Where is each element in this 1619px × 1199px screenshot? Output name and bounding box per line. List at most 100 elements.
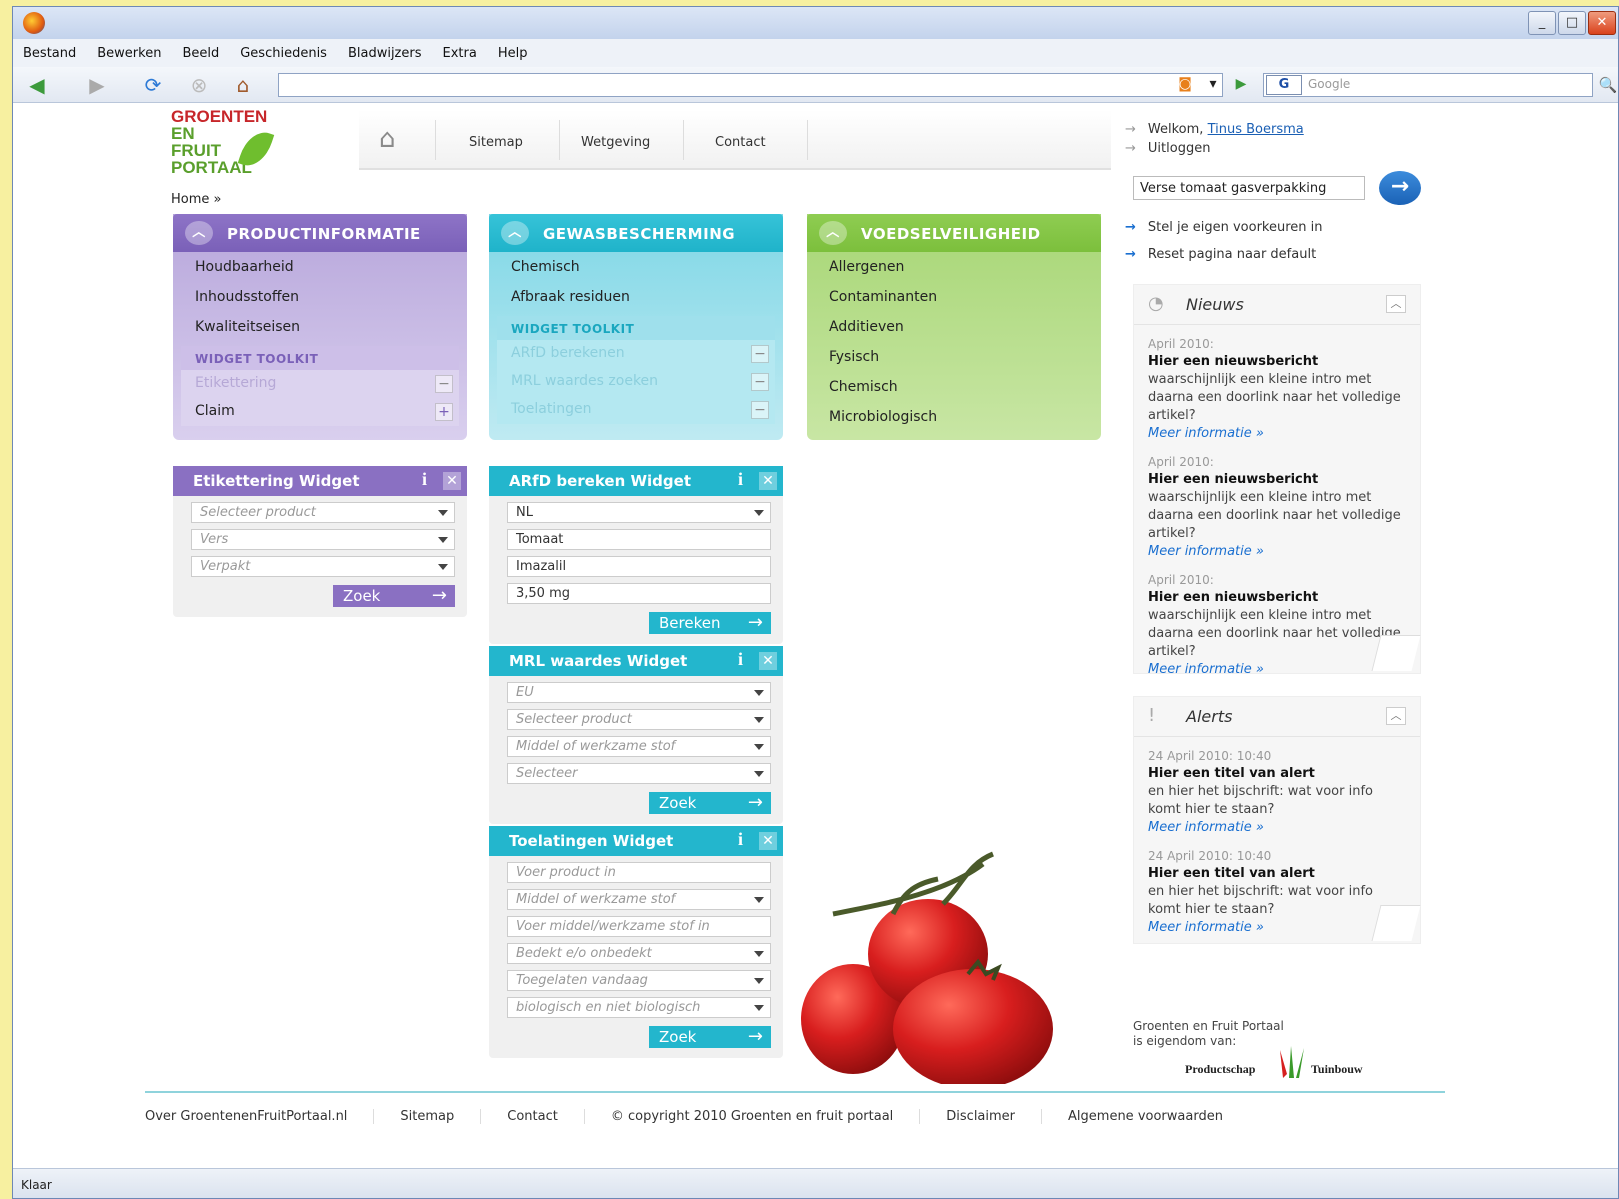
menu-bestand[interactable]: Bestand <box>23 46 76 61</box>
menu-help[interactable]: Help <box>498 46 528 61</box>
more-info-link[interactable]: Meer informatie » <box>1148 425 1406 443</box>
item-kwaliteitseisen[interactable]: Kwaliteitseisen <box>173 312 467 342</box>
preferences-link[interactable]: → Stel je eigen voorkeuren in <box>1125 220 1323 235</box>
zoek-button[interactable]: Zoek → <box>649 792 771 814</box>
close-icon[interactable]: ✕ <box>443 472 461 490</box>
item-chemisch[interactable]: Chemisch <box>807 372 1101 402</box>
menu-extra[interactable]: Extra <box>443 46 477 61</box>
user-name-link[interactable]: Tinus Boersma <box>1208 122 1304 137</box>
back-icon[interactable]: ◀ <box>23 72 51 98</box>
nav-wetgeving[interactable]: Wetgeving <box>581 135 650 150</box>
verpakt-select[interactable]: Verpakt <box>191 556 455 577</box>
substance-input[interactable]: Imazalil <box>507 556 771 577</box>
voedselveiligheid-header[interactable]: ︿ VOEDSELVEILIGHEID <box>807 214 1101 252</box>
toolkit-claim[interactable]: Claim + <box>181 398 459 426</box>
productschap-logo[interactable]: Productschap Tuinbouw <box>1185 1044 1385 1084</box>
menu-geschiedenis[interactable]: Geschiedenis <box>240 46 327 61</box>
toolkit-mrl[interactable]: MRL waardes zoeken − <box>497 368 775 396</box>
product-input[interactable]: Tomaat <box>507 529 771 550</box>
go-icon[interactable]: ▶ <box>1229 73 1253 95</box>
address-bar[interactable] <box>278 73 1223 97</box>
home-icon[interactable]: ⌂ <box>229 72 257 98</box>
home-nav-icon[interactable]: ⌂ <box>379 124 396 154</box>
plus-icon[interactable]: + <box>435 403 453 421</box>
minimize-button[interactable]: _ <box>1528 11 1556 35</box>
country-select[interactable]: NL <box>507 502 771 523</box>
more-info-link[interactable]: Meer informatie » <box>1148 661 1406 679</box>
item-afbraak-residuen[interactable]: Afbraak residuen <box>489 282 783 312</box>
footer-about-link[interactable]: Over GroentenenFruitPortaal.nl <box>145 1109 375 1124</box>
nav-sitemap[interactable]: Sitemap <box>469 135 523 150</box>
minus-icon[interactable]: − <box>751 345 769 363</box>
info-icon[interactable]: i <box>738 469 743 490</box>
close-icon[interactable]: ✕ <box>759 652 777 670</box>
search-icon[interactable]: 🔍 <box>1597 73 1619 97</box>
date-select[interactable]: Toegelaten vandaag <box>507 970 771 991</box>
menu-bladwijzers[interactable]: Bladwijzers <box>348 46 422 61</box>
info-icon[interactable]: i <box>738 649 743 670</box>
productinfo-header[interactable]: ︿ PRODUCTINFORMATIE <box>173 214 467 252</box>
substance-select[interactable]: Middel of werkzame stof <box>507 736 771 757</box>
product-select[interactable]: Selecteer product <box>191 502 455 523</box>
gewasbescherming-header[interactable]: ︿ GEWASBESCHERMING <box>489 214 783 252</box>
nav-contact[interactable]: Contact <box>715 135 766 150</box>
close-button[interactable]: ✕ <box>1588 11 1616 35</box>
menu-beeld[interactable]: Beeld <box>182 46 219 61</box>
reload-icon[interactable]: ⟳ <box>139 72 167 98</box>
breadcrumb[interactable]: Home » <box>171 192 221 207</box>
rss-icon[interactable]: ◙ <box>1173 73 1197 95</box>
minus-icon[interactable]: − <box>751 401 769 419</box>
substance-select[interactable]: Middel of werkzame stof <box>507 889 771 910</box>
search-engine-icon[interactable]: G <box>1266 75 1302 95</box>
news-title[interactable]: Hier een nieuwsbericht <box>1148 589 1406 607</box>
info-icon[interactable]: i <box>422 469 427 490</box>
toolkit-etikettering[interactable]: Etikettering − <box>181 370 459 398</box>
item-allergenen[interactable]: Allergenen <box>807 252 1101 282</box>
collapse-icon[interactable]: ︿ <box>819 221 847 245</box>
region-select[interactable]: EU <box>507 682 771 703</box>
info-icon[interactable]: i <box>738 829 743 850</box>
minus-icon[interactable]: − <box>751 373 769 391</box>
site-search-input[interactable]: Verse tomaat gasverpakking <box>1133 176 1365 200</box>
footer-disclaimer-link[interactable]: Disclaimer <box>920 1109 1043 1124</box>
substance-input[interactable]: Voer middel/werkzame stof in <box>507 916 771 937</box>
search-field[interactable]: G Google <box>1263 73 1593 97</box>
product-input[interactable]: Voer product in <box>507 862 771 883</box>
zoek-button[interactable]: Zoek → <box>333 585 455 607</box>
close-icon[interactable]: ✕ <box>759 832 777 850</box>
option-select[interactable]: Selecteer <box>507 763 771 784</box>
coverage-select[interactable]: Bedekt e/o onbedekt <box>507 943 771 964</box>
item-inhoudsstoffen[interactable]: Inhoudsstoffen <box>173 282 467 312</box>
more-info-link[interactable]: Meer informatie » <box>1148 819 1406 837</box>
more-info-link[interactable]: Meer informatie » <box>1148 919 1406 937</box>
bereken-button[interactable]: Bereken → <box>649 612 771 634</box>
organic-select[interactable]: biologisch en niet biologisch <box>507 997 771 1018</box>
close-icon[interactable]: ✕ <box>759 472 777 490</box>
collapse-icon[interactable]: ︿ <box>1386 707 1406 725</box>
logout-link[interactable]: Uitloggen <box>1148 141 1211 156</box>
product-select[interactable]: Selecteer product <box>507 709 771 730</box>
collapse-icon[interactable]: ︿ <box>185 221 213 245</box>
footer-sitemap-link[interactable]: Sitemap <box>374 1109 482 1124</box>
reset-link[interactable]: → Reset pagina naar default <box>1125 247 1316 262</box>
zoek-button[interactable]: Zoek → <box>649 1026 771 1048</box>
minus-icon[interactable]: − <box>435 375 453 393</box>
search-submit-button[interactable]: → <box>1379 171 1421 205</box>
toolkit-arfd[interactable]: ARfD berekenen − <box>497 340 775 368</box>
collapse-icon[interactable]: ︿ <box>1386 295 1406 313</box>
forward-icon[interactable]: ▶ <box>83 72 111 98</box>
item-microbiologisch[interactable]: Microbiologisch <box>807 402 1101 432</box>
amount-input[interactable]: 3,50 mg <box>507 583 771 604</box>
news-title[interactable]: Hier een nieuwsbericht <box>1148 353 1406 371</box>
item-additieven[interactable]: Additieven <box>807 312 1101 342</box>
site-logo[interactable]: GROENTEN EN FRUIT PORTAAL <box>171 108 281 184</box>
footer-contact-link[interactable]: Contact <box>481 1109 585 1124</box>
item-fysisch[interactable]: Fysisch <box>807 342 1101 372</box>
vers-select[interactable]: Vers <box>191 529 455 550</box>
footer-terms-link[interactable]: Algemene voorwaarden <box>1042 1109 1249 1124</box>
alert-title[interactable]: Hier een titel van alert <box>1148 865 1406 883</box>
alert-title[interactable]: Hier een titel van alert <box>1148 765 1406 783</box>
stop-icon[interactable]: ⊗ <box>185 72 213 98</box>
news-title[interactable]: Hier een nieuwsbericht <box>1148 471 1406 489</box>
dropdown-icon[interactable]: ▾ <box>1201 73 1225 95</box>
